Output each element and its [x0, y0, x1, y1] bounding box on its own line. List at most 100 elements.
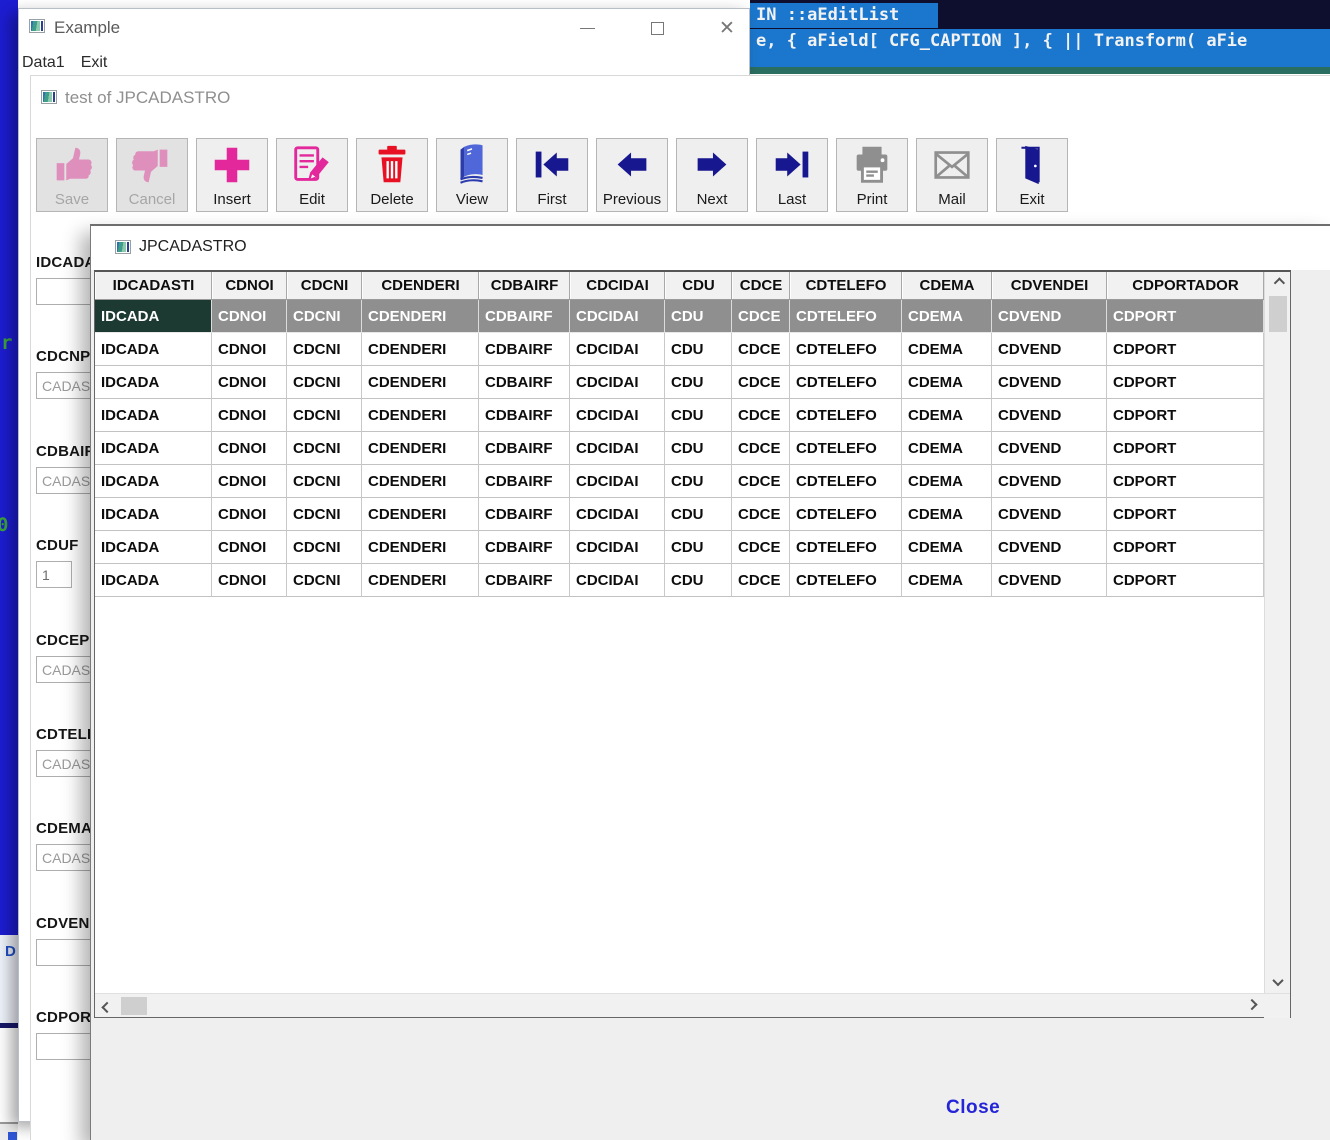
- insert-button[interactable]: Insert: [196, 138, 268, 212]
- cancel-button[interactable]: Cancel: [116, 138, 188, 212]
- table-row[interactable]: IDCADACDNOICDCNICDENDERICDBAIRFCDCIDAICD…: [95, 531, 1264, 564]
- thumb-down-icon: [129, 142, 175, 188]
- grid-cell: CDEMA: [902, 333, 992, 366]
- screen: r 0 D IN ::aEditList e, { aField[ CFG_CA…: [0, 0, 1330, 1140]
- grid-cell: CDBAIRF: [479, 432, 570, 465]
- maximize-button[interactable]: [638, 13, 676, 43]
- grid-cell: CDCE: [732, 366, 790, 399]
- grid-cell: CDNOI: [212, 432, 287, 465]
- grid-cell: CDTELEFO: [790, 564, 902, 597]
- grid-cell: CDEMA: [902, 432, 992, 465]
- last-button[interactable]: Last: [756, 138, 828, 212]
- grid-cell: CDU: [665, 399, 732, 432]
- grid-cell: CDVEND: [992, 333, 1107, 366]
- grid-cell: CDEMA: [902, 531, 992, 564]
- vertical-scrollbar-thumb[interactable]: [1269, 296, 1287, 332]
- grid-cell: CDVEND: [992, 399, 1107, 432]
- grid-cell: CDBAIRF: [479, 498, 570, 531]
- previous-button[interactable]: Previous: [596, 138, 668, 212]
- app-icon: [115, 240, 131, 254]
- vertical-scrollbar[interactable]: [1264, 272, 1290, 993]
- menu-item-exit[interactable]: Exit: [79, 50, 122, 76]
- print-button[interactable]: Print: [836, 138, 908, 212]
- mail-button[interactable]: Mail: [916, 138, 988, 212]
- grid-cell: CDTELEFO: [790, 399, 902, 432]
- grid-cell: IDCADA: [95, 300, 212, 333]
- toolbar-button-label: Edit: [299, 191, 325, 208]
- next-button[interactable]: Next: [676, 138, 748, 212]
- grid-cell: CDU: [665, 465, 732, 498]
- column-header-cdportador[interactable]: CDPORTADOR: [1107, 272, 1264, 299]
- grid-cell: CDNOI: [212, 366, 287, 399]
- grid-cell: CDNOI: [212, 333, 287, 366]
- grid-cell: CDEMA: [902, 366, 992, 399]
- grid-cell: CDBAIRF: [479, 333, 570, 366]
- grid-cell: CDENDERI: [362, 498, 479, 531]
- column-header-cdu[interactable]: CDU: [665, 272, 732, 299]
- plus-icon: [209, 142, 255, 188]
- test-titlebar[interactable]: test of JPCADASTRO: [31, 76, 1330, 122]
- grid-cell: IDCADA: [95, 498, 212, 531]
- menu-item-data1[interactable]: Data1: [20, 50, 79, 76]
- table-row[interactable]: IDCADACDNOICDCNICDENDERICDBAIRFCDCIDAICD…: [95, 366, 1264, 399]
- toolbar-button-label: Delete: [370, 191, 413, 208]
- grid-cell: CDU: [665, 300, 732, 333]
- maximize-icon: [651, 22, 664, 35]
- scroll-right-button[interactable]: [1240, 994, 1264, 1018]
- column-header-cdcni[interactable]: CDCNI: [287, 272, 362, 299]
- column-header-idcadasti[interactable]: IDCADASTI: [95, 272, 212, 299]
- dialog-titlebar[interactable]: JPCADASTRO: [91, 226, 1330, 270]
- table-row-selected[interactable]: IDCADACDNOICDCNICDENDERICDBAIRFCDCIDAICD…: [95, 300, 1264, 333]
- grid-cell: CDNOI: [212, 300, 287, 333]
- chevron-up-icon: [1273, 277, 1284, 288]
- arrow-first-icon: [529, 142, 575, 188]
- grid-cell: CDENDERI: [362, 333, 479, 366]
- scroll-left-button[interactable]: [95, 994, 119, 1018]
- table-row[interactable]: IDCADACDNOICDCNICDENDERICDBAIRFCDCIDAICD…: [95, 564, 1264, 597]
- column-header-cdnoi[interactable]: CDNOI: [212, 272, 287, 299]
- horizontal-scrollbar[interactable]: [95, 993, 1290, 1017]
- table-row[interactable]: IDCADACDNOICDCNICDENDERICDBAIRFCDCIDAICD…: [95, 333, 1264, 366]
- arrow-right-icon: [689, 142, 735, 188]
- table-row[interactable]: IDCADACDNOICDCNICDENDERICDBAIRFCDCIDAICD…: [95, 432, 1264, 465]
- column-header-cdvendei[interactable]: CDVENDEI: [992, 272, 1107, 299]
- toolbar-button-label: View: [456, 191, 488, 208]
- grid-cell: CDPORT: [1107, 564, 1264, 597]
- save-button[interactable]: Save: [36, 138, 108, 212]
- code-editor-left-strip: r 0: [0, 0, 18, 935]
- toolbar-button-label: Insert: [213, 191, 251, 208]
- column-header-cdbairf[interactable]: CDBAIRF: [479, 272, 570, 299]
- grid-cell: CDTELEFO: [790, 432, 902, 465]
- table-row[interactable]: IDCADACDNOICDCNICDENDERICDBAIRFCDCIDAICD…: [95, 399, 1264, 432]
- toolbar-button-label: Print: [857, 191, 888, 208]
- first-button[interactable]: First: [516, 138, 588, 212]
- scroll-up-button[interactable]: [1265, 272, 1291, 294]
- code-line: e, { aField[ CFG_CAPTION ], { || Transfo…: [750, 29, 1330, 54]
- scroll-down-button[interactable]: [1265, 971, 1291, 993]
- close-button[interactable]: Close: [946, 1094, 1018, 1122]
- column-header-cdema[interactable]: CDEMA: [902, 272, 992, 299]
- grid-cell: CDPORT: [1107, 366, 1264, 399]
- minimize-button[interactable]: [568, 13, 606, 43]
- trash-icon: [369, 142, 415, 188]
- column-header-cdce[interactable]: CDCE: [732, 272, 790, 299]
- table-row[interactable]: IDCADACDNOICDCNICDENDERICDBAIRFCDCIDAICD…: [95, 465, 1264, 498]
- close-window-button[interactable]: ✕: [708, 13, 746, 43]
- example-titlebar[interactable]: Example ✕: [19, 9, 749, 47]
- exit-button[interactable]: Exit: [996, 138, 1068, 212]
- horizontal-scrollbar-thumb[interactable]: [121, 997, 147, 1015]
- toolbar-button-label: Previous: [603, 191, 661, 208]
- grid-cell: CDNOI: [212, 498, 287, 531]
- grid-cell: CDBAIRF: [479, 366, 570, 399]
- table-row[interactable]: IDCADACDNOICDCNICDENDERICDBAIRFCDCIDAICD…: [95, 498, 1264, 531]
- column-header-cdtelefo[interactable]: CDTELEFO: [790, 272, 902, 299]
- delete-button[interactable]: Delete: [356, 138, 428, 212]
- column-header-cdenderi[interactable]: CDENDERI: [362, 272, 479, 299]
- column-header-cdcidai[interactable]: CDCIDAI: [570, 272, 665, 299]
- edit-button[interactable]: Edit: [276, 138, 348, 212]
- grid-cell: IDCADA: [95, 564, 212, 597]
- cduf-field[interactable]: [36, 561, 72, 588]
- view-button[interactable]: View: [436, 138, 508, 212]
- grid-cell: CDPORT: [1107, 300, 1264, 333]
- code-line-selection: [750, 54, 1330, 67]
